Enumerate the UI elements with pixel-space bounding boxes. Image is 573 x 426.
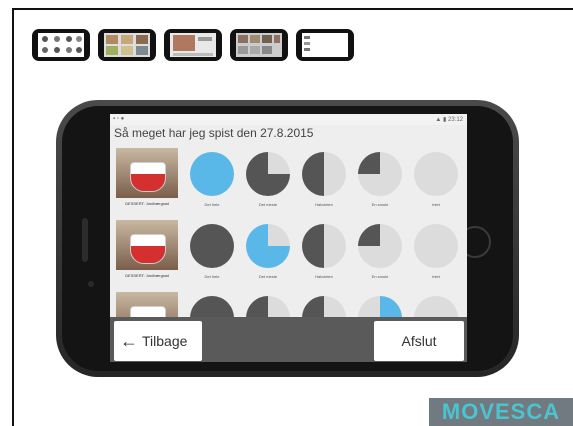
option-all[interactable] (190, 224, 234, 268)
option-label: Halvdelen (315, 274, 333, 279)
option-label: Halvdelen (315, 202, 333, 207)
option-none[interactable] (414, 152, 458, 196)
meal-row: DESSERT: Jordbærgrød Det hele Det meste … (110, 142, 467, 214)
status-icons-left: ▪ ▫ ● (113, 116, 125, 122)
movesca-logo: MOVESCA (429, 398, 573, 426)
frame-left-border (12, 8, 14, 426)
frame-top-border (12, 8, 573, 10)
thumbnail-4[interactable] (230, 29, 288, 61)
option-label: En smule (371, 202, 389, 207)
option-most[interactable] (246, 152, 290, 196)
status-bar: ▪ ▫ ● ▲ ▮ 23:12 (110, 114, 467, 125)
food-label: DESSERT: Jordbærgrød (125, 273, 169, 278)
food-photo (116, 220, 178, 270)
thumbnail-strip (32, 29, 354, 61)
signal-icon: ▲ (435, 117, 442, 123)
finish-button[interactable]: Afslut (374, 321, 464, 361)
thumbnail-3[interactable] (164, 29, 222, 61)
option-most[interactable] (246, 224, 290, 268)
thumbnail-icons-grid (42, 36, 82, 53)
thumbnail-food-detail (173, 35, 213, 56)
page-title: Så meget har jeg spist den 27.8.2015 (114, 126, 314, 140)
option-half[interactable] (302, 224, 346, 268)
thumbnail-5[interactable] (296, 29, 354, 61)
meal-row: DESSERT: Jordbærgrød Det hele Det meste … (110, 214, 467, 286)
thumbnail-menu (304, 36, 310, 51)
back-button-label: Tilbage (142, 333, 188, 349)
thumbnail-food-grid (106, 35, 148, 55)
dessert-cup-image (130, 234, 166, 264)
finish-button-label: Afslut (401, 333, 437, 349)
status-time: 23:12 (447, 117, 463, 123)
battery-icon: ▮ (443, 117, 447, 123)
status-clock: ▲ ▮ 23:12 (435, 116, 463, 123)
option-half[interactable] (302, 152, 346, 196)
option-label: Det meste (258, 274, 278, 279)
option-little[interactable] (358, 224, 402, 268)
bottom-action-bar: ← Tilbage Afslut (110, 317, 467, 362)
dessert-cup-image (130, 162, 166, 192)
thumbnail-food-list (238, 35, 280, 54)
app-screen: ▪ ▫ ● ▲ ▮ 23:12 Så meget har jeg spist d… (110, 114, 467, 362)
phone-speaker (82, 218, 88, 262)
back-button[interactable]: ← Tilbage (114, 321, 202, 361)
thumbnail-1[interactable] (32, 29, 90, 61)
phone-camera (88, 281, 94, 287)
food-photo (116, 148, 178, 198)
thumbnail-2[interactable] (98, 29, 156, 61)
option-little[interactable] (358, 152, 402, 196)
arrow-left-icon: ← (120, 330, 138, 351)
option-all[interactable] (190, 152, 234, 196)
food-label: DESSERT: Jordbærgrød (125, 201, 169, 206)
option-label: Det meste (258, 202, 278, 207)
option-label: Intet (432, 274, 440, 279)
option-label: Det hele (204, 202, 220, 207)
option-none[interactable] (414, 224, 458, 268)
option-label: En smule (371, 274, 389, 279)
option-label: Intet (432, 202, 440, 207)
option-label: Det hele (204, 274, 220, 279)
